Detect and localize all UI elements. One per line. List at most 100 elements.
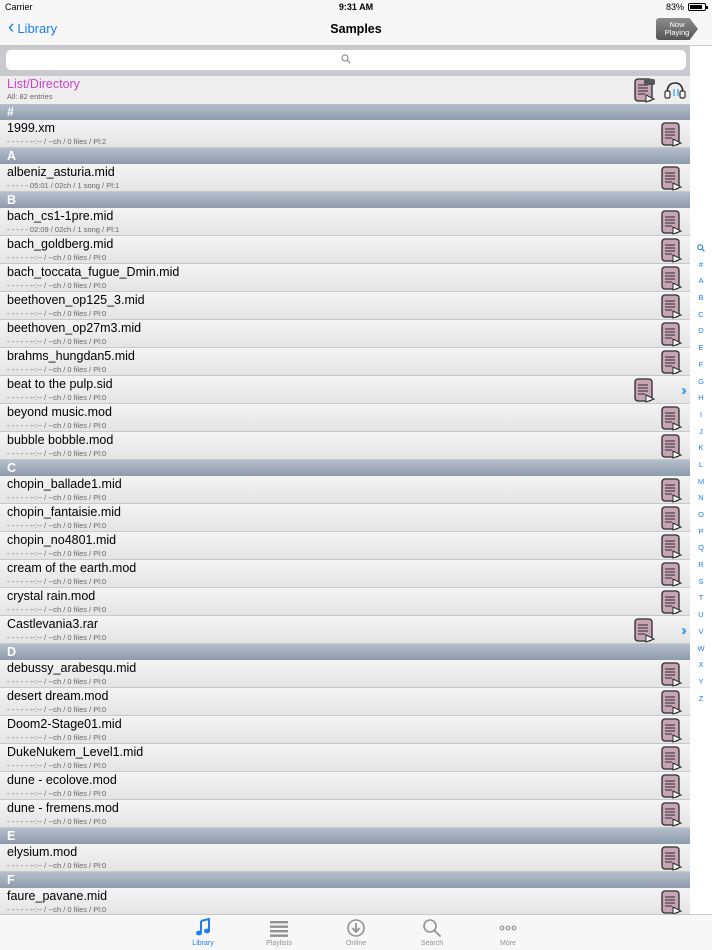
file-info: - - - - - --:-- / --ch / 0 files / Pl:0 bbox=[7, 393, 107, 402]
search-input[interactable] bbox=[6, 50, 686, 70]
file-row[interactable]: crystal rain.mod - - - - - --:-- / --ch /… bbox=[0, 588, 690, 616]
file-row[interactable]: dune - ecolove.mod - - - - - --:-- / --ch… bbox=[0, 772, 690, 800]
section-header: A bbox=[0, 148, 690, 164]
file-row[interactable]: chopin_ballade1.mid - - - - - --:-- / --c… bbox=[0, 476, 690, 504]
search-icon bbox=[341, 54, 351, 64]
file-row[interactable]: bach_goldberg.mid - - - - - --:-- / --ch … bbox=[0, 236, 690, 264]
index-letter[interactable]: S bbox=[690, 574, 712, 591]
file-row[interactable]: bach_toccata_fugue_Dmin.mid - - - - - --:… bbox=[0, 264, 690, 292]
file-name: crystal rain.mod bbox=[7, 589, 96, 603]
file-name: DukeNukem_Level1.mid bbox=[7, 745, 144, 759]
index-letter[interactable]: P bbox=[690, 524, 712, 541]
section-header: F bbox=[0, 872, 690, 888]
file-name: albeniz_asturia.mid bbox=[7, 165, 115, 179]
index-letter[interactable]: C bbox=[690, 307, 712, 324]
index-letter[interactable]: W bbox=[690, 641, 712, 658]
file-info: - - - - - --:-- / --ch / 0 files / Pl:0 bbox=[7, 521, 107, 530]
index-letter[interactable]: K bbox=[690, 440, 712, 457]
file-name: chopin_ballade1.mid bbox=[7, 477, 122, 491]
index-letter[interactable]: E bbox=[690, 340, 712, 357]
index-letter[interactable]: M bbox=[690, 474, 712, 491]
file-row[interactable]: dune - fremens.mod - - - - - --:-- / --ch… bbox=[0, 800, 690, 828]
index-letter[interactable]: # bbox=[690, 257, 712, 274]
file-row[interactable]: beat to the pulp.sid - - - - - --:-- / --… bbox=[0, 376, 690, 404]
index-letter[interactable]: T bbox=[690, 590, 712, 607]
tab-search[interactable]: Search bbox=[402, 918, 462, 947]
tab-playlists[interactable]: Playlists bbox=[249, 918, 309, 947]
index-letter[interactable]: D bbox=[690, 323, 712, 340]
index-letter[interactable]: G bbox=[690, 374, 712, 391]
file-name: brahms_hungdan5.mid bbox=[7, 349, 135, 363]
index-letter[interactable]: F bbox=[690, 357, 712, 374]
file-info: - - - - - --:-- / --ch / 0 files / Pl:0 bbox=[7, 309, 107, 318]
file-row[interactable]: cream of the earth.mod - - - - - --:-- / … bbox=[0, 560, 690, 588]
file-info: - - - - - --:-- / --ch / 0 files / Pl:0 bbox=[7, 337, 107, 346]
tab-label: More bbox=[500, 940, 516, 947]
add-to-playlist-icon[interactable] bbox=[634, 618, 656, 648]
index-letter[interactable]: Q bbox=[690, 540, 712, 557]
index-letter[interactable]: Z bbox=[690, 691, 712, 708]
tab-online[interactable]: Online bbox=[326, 918, 386, 947]
index-letter[interactable]: B bbox=[690, 290, 712, 307]
index-letter[interactable]: O bbox=[690, 507, 712, 524]
index-letter[interactable]: L bbox=[690, 457, 712, 474]
search-bar bbox=[0, 46, 690, 76]
status-bar: Carrier 9:31 AM 83% bbox=[0, 0, 712, 14]
file-row[interactable]: debussy_arabesqu.mid - - - - - --:-- / --… bbox=[0, 660, 690, 688]
file-row[interactable]: desert dream.mod - - - - - --:-- / --ch /… bbox=[0, 688, 690, 716]
index-letter[interactable]: V bbox=[690, 624, 712, 641]
index-letter[interactable]: A bbox=[690, 273, 712, 290]
file-name: cream of the earth.mod bbox=[7, 561, 137, 575]
index-letter[interactable]: Y bbox=[690, 674, 712, 691]
now-playing-button[interactable]: Now Playing bbox=[656, 18, 698, 40]
add-to-playlist-icon[interactable] bbox=[661, 434, 683, 464]
file-row[interactable]: beethoven_op125_3.mid - - - - - --:-- / -… bbox=[0, 292, 690, 320]
index-letter[interactable]: X bbox=[690, 657, 712, 674]
index-letter[interactable]: I bbox=[690, 407, 712, 424]
file-row[interactable]: Doom2-Stage01.mid - - - - - --:-- / --ch … bbox=[0, 716, 690, 744]
more-icon bbox=[478, 918, 538, 938]
download-icon bbox=[326, 918, 386, 938]
file-row[interactable]: 1999.xm - - - - - --:-- / --ch / 0 files … bbox=[0, 120, 690, 148]
index-letter[interactable]: N bbox=[690, 490, 712, 507]
play-all-icon[interactable] bbox=[634, 78, 656, 103]
clock: 9:31 AM bbox=[338, 2, 374, 12]
file-name: bach_toccata_fugue_Dmin.mid bbox=[7, 265, 180, 279]
file-name: Doom2-Stage01.mid bbox=[7, 717, 122, 731]
file-name: beyond music.mod bbox=[7, 405, 112, 419]
add-to-playlist-icon[interactable] bbox=[661, 166, 683, 196]
tab-more[interactable]: More bbox=[478, 918, 538, 947]
file-info: - - - - - --:-- / --ch / 0 files / Pl:0 bbox=[7, 677, 107, 686]
file-row[interactable]: beethoven_op27m3.mid - - - - - --:-- / --… bbox=[0, 320, 690, 348]
file-name: desert dream.mod bbox=[7, 689, 109, 703]
add-to-playlist-icon[interactable] bbox=[661, 122, 683, 152]
index-letter[interactable]: H bbox=[690, 390, 712, 407]
file-row[interactable]: bach_cs1-1pre.mid - - - - - 02:09 / 02ch … bbox=[0, 208, 690, 236]
index-letter[interactable]: J bbox=[690, 424, 712, 441]
file-row[interactable]: Castlevania3.rar - - - - - --:-- / --ch /… bbox=[0, 616, 690, 644]
section-index[interactable]: # A B C D E F G H I J K L M N O P Q R S T U V W X Y Z bbox=[690, 240, 712, 707]
file-row[interactable]: bubble bobble.mod - - - - - --:-- / --ch … bbox=[0, 432, 690, 460]
add-to-playlist-icon[interactable] bbox=[661, 802, 683, 832]
index-letter[interactable]: U bbox=[690, 607, 712, 624]
file-info: - - - - - --:-- / --ch / 0 files / Pl:2 bbox=[7, 137, 107, 146]
open-archive-icon[interactable]: ›› bbox=[681, 622, 687, 639]
file-info: - - - - - --:-- / --ch / 0 files / Pl:0 bbox=[7, 705, 107, 714]
index-letter[interactable]: R bbox=[690, 557, 712, 574]
headphones-icon[interactable] bbox=[664, 81, 686, 99]
file-row[interactable]: faure_pavane.mid - - - - - --:-- / --ch /… bbox=[0, 888, 690, 916]
open-archive-icon[interactable]: ›› bbox=[681, 382, 687, 399]
file-info: - - - - - 02:09 / 02ch / 1 song / Pl:1 bbox=[7, 225, 120, 234]
file-row[interactable]: DukeNukem_Level1.mid - - - - - --:-- / --… bbox=[0, 744, 690, 772]
file-row[interactable]: beyond music.mod - - - - - --:-- / --ch /… bbox=[0, 404, 690, 432]
file-name: elysium.mod bbox=[7, 845, 78, 859]
tab-library[interactable]: Library bbox=[173, 918, 233, 947]
section-header: C bbox=[0, 460, 690, 476]
file-row[interactable]: elysium.mod - - - - - --:-- / --ch / 0 fi… bbox=[0, 844, 690, 872]
file-row[interactable]: chopin_no4801.mid - - - - - --:-- / --ch … bbox=[0, 532, 690, 560]
index-search-icon[interactable] bbox=[690, 240, 712, 257]
file-row[interactable]: chopin_fantaisie.mid - - - - - --:-- / --… bbox=[0, 504, 690, 532]
add-to-playlist-icon[interactable] bbox=[661, 846, 683, 876]
file-row[interactable]: albeniz_asturia.mid - - - - - 05:01 / 02c… bbox=[0, 164, 690, 192]
file-row[interactable]: brahms_hungdan5.mid - - - - - --:-- / --c… bbox=[0, 348, 690, 376]
